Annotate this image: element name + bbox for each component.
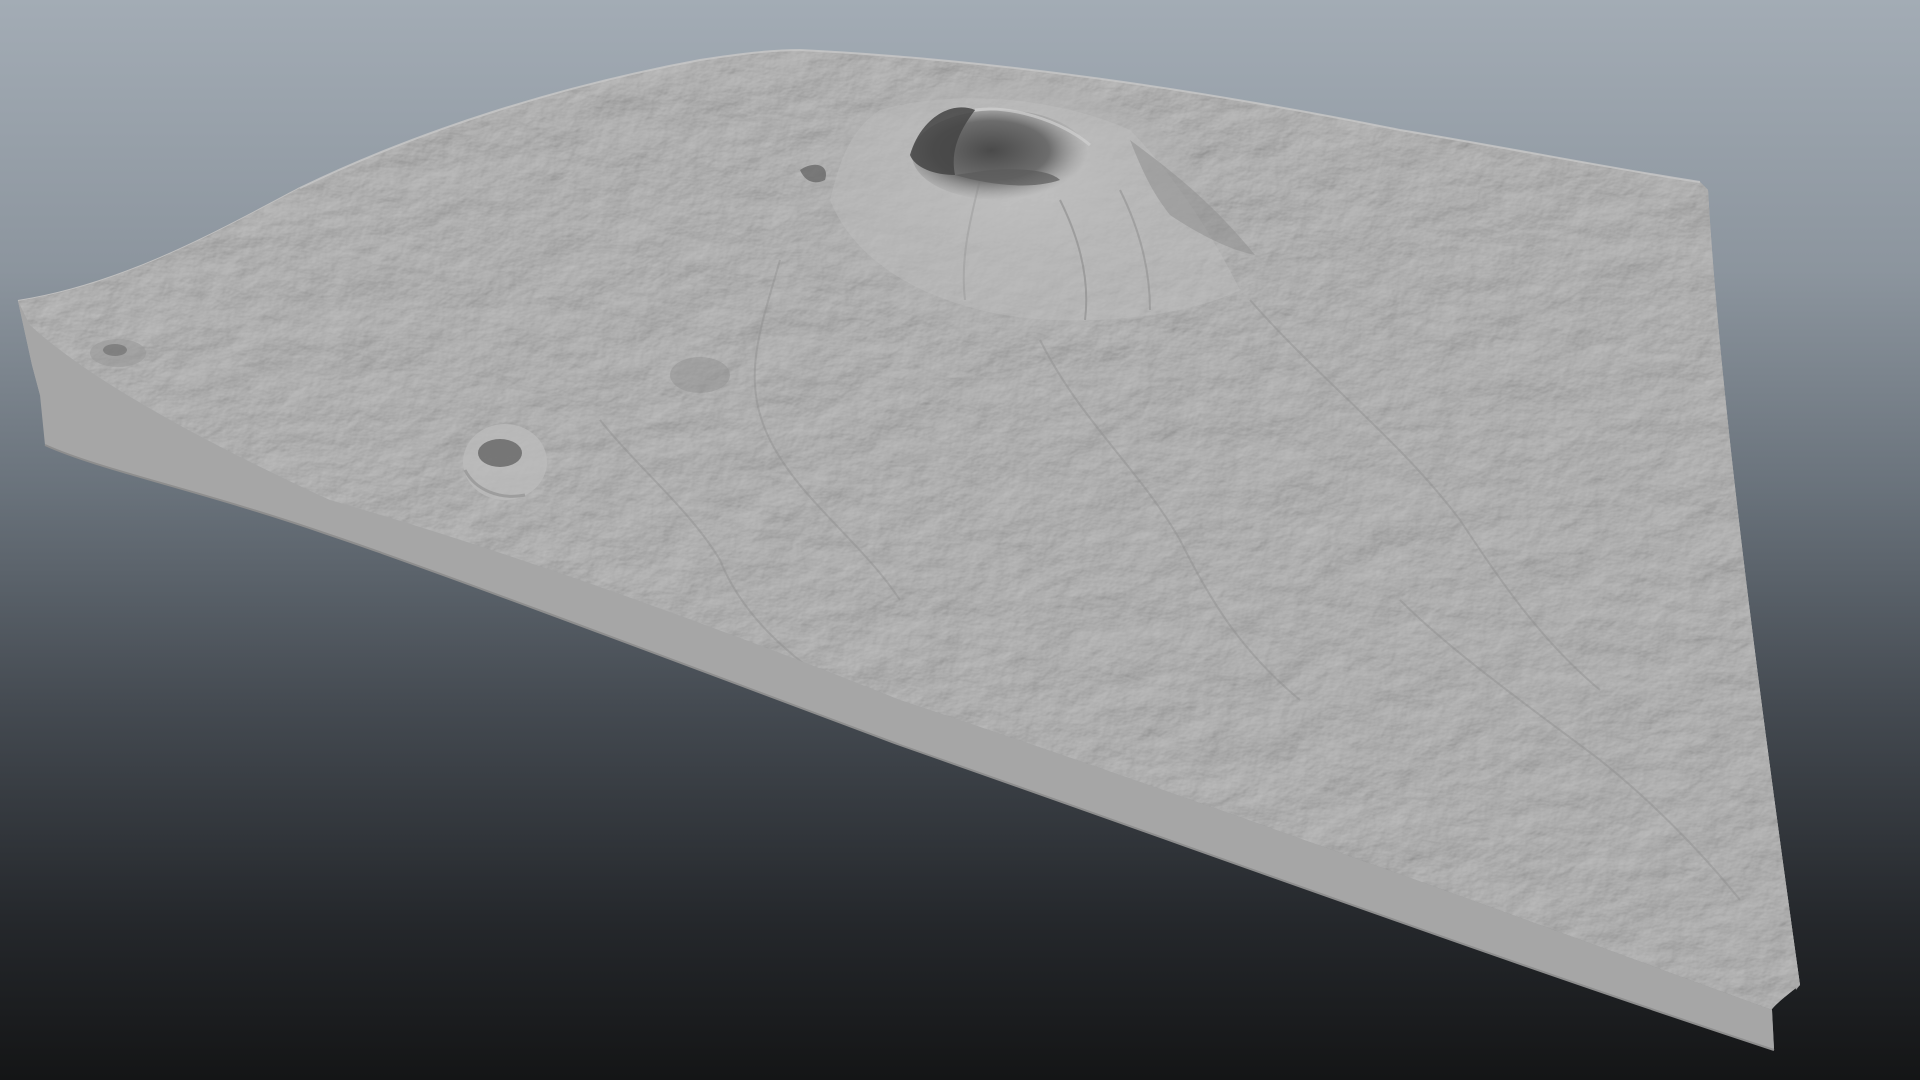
mound <box>670 357 730 393</box>
secondary-crater <box>463 424 547 500</box>
small-cone <box>90 339 146 367</box>
terrain-scene[interactable] <box>0 0 1920 1080</box>
3d-viewport[interactable] <box>0 0 1920 1080</box>
